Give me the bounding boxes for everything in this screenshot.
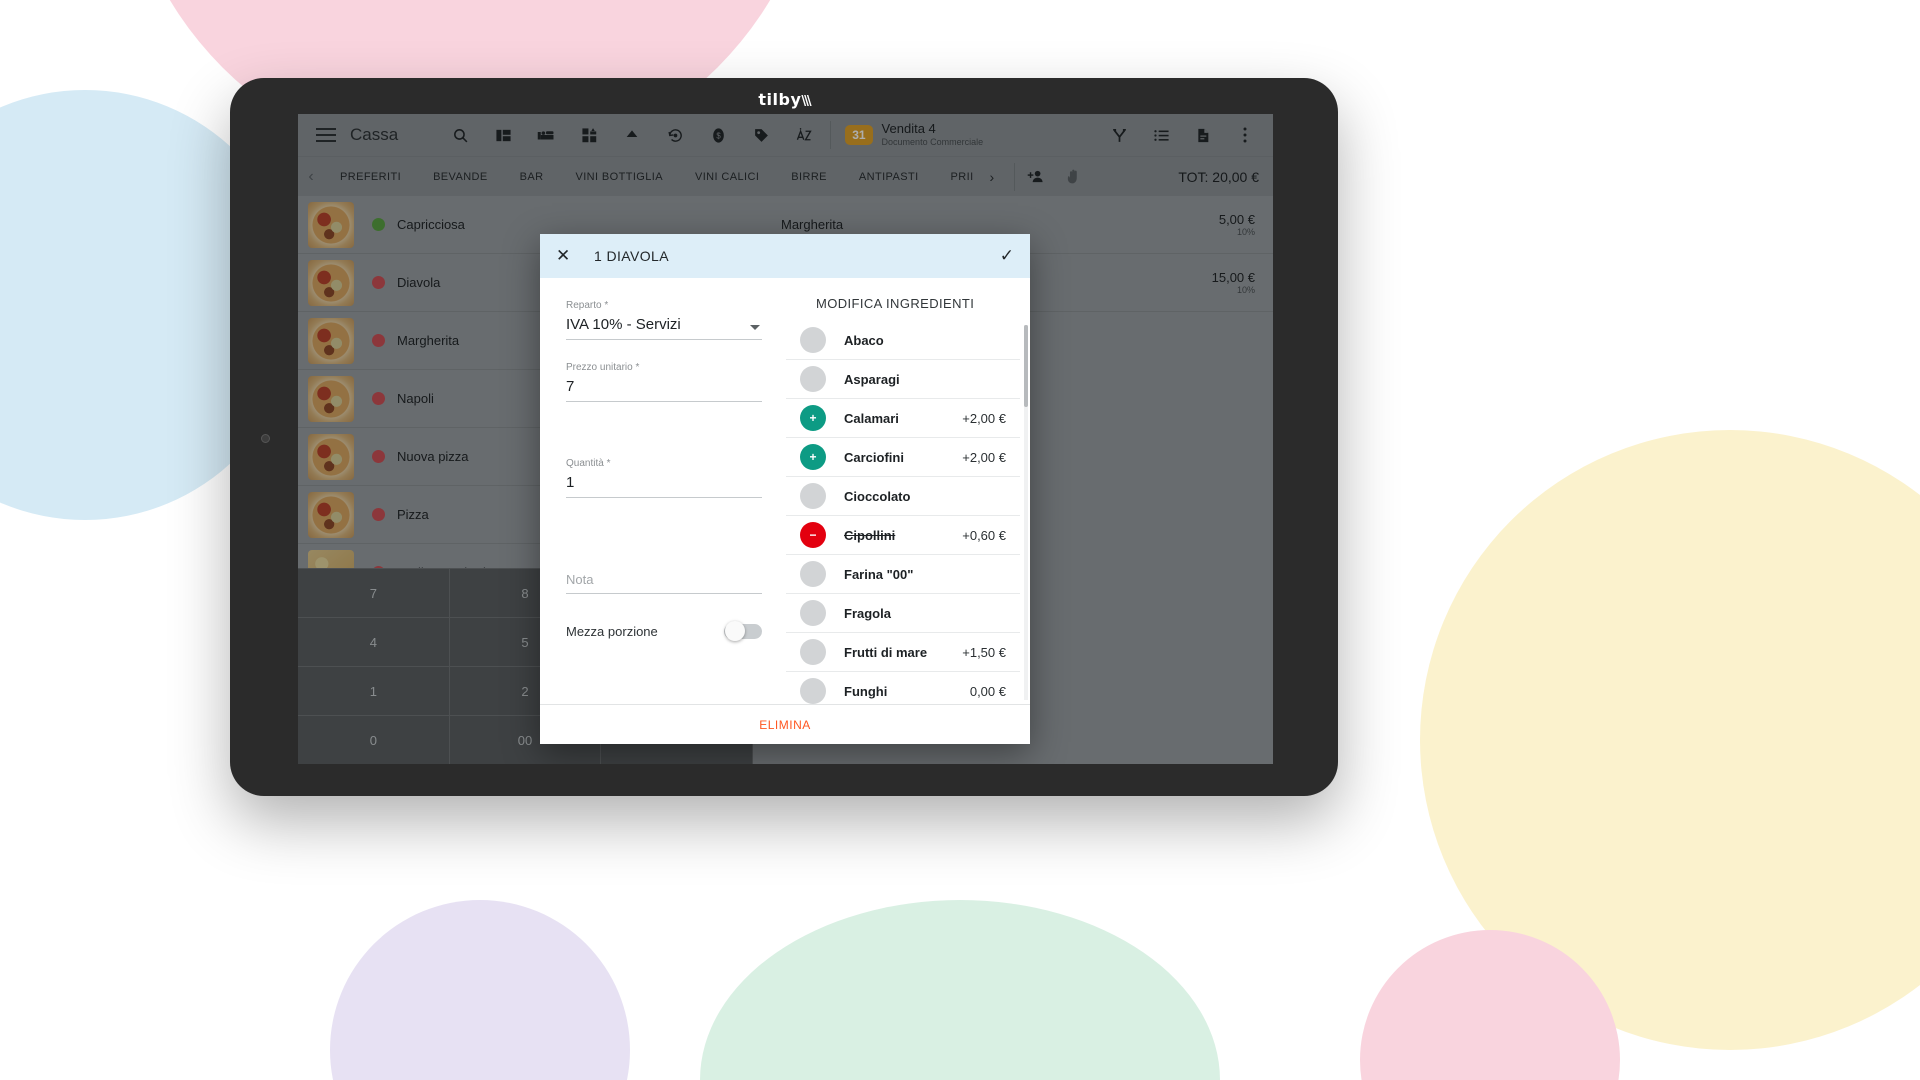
nota-field[interactable]: Nota [566,520,762,594]
ingredient-row[interactable]: Abaco [786,321,1020,360]
ingredient-name: Frutti di mare [844,644,928,660]
ingredient-row[interactable]: − Cipollini +0,60 € [786,516,1020,555]
ingredient-row[interactable]: Frutti di mare +1,50 € [786,633,1020,672]
ingredient-state-icon[interactable] [800,327,826,353]
delete-button[interactable]: ELIMINA [759,718,811,732]
ingredient-name: Asparagi [844,371,900,387]
ingredient-name: Fragola [844,605,891,621]
brand-logo: tilby\\\ [230,90,1338,109]
prezzo-label: Prezzo unitario * [566,362,640,373]
ingredient-price: +2,00 € [962,449,1006,465]
ingredient-state-icon[interactable] [800,678,826,704]
check-icon[interactable]: ✓ [1000,246,1014,266]
ingredient-price: +0,60 € [962,527,1006,543]
ingredients-panel: MODIFICA INGREDIENTI Abaco Asparagi + Ca… [786,278,1030,704]
ingredient-state-icon[interactable] [800,639,826,665]
ingredient-price: +1,50 € [962,644,1006,660]
ingredient-state-icon[interactable] [800,366,826,392]
reparto-field[interactable]: Reparto * IVA 10% - Servizi [566,300,762,340]
ingredient-remove-icon[interactable]: − [800,522,826,548]
ingredient-row[interactable]: + Carciofini +2,00 € [786,438,1020,477]
close-icon[interactable]: ✕ [556,246,578,266]
quantita-input[interactable]: 1 [566,474,762,498]
blob-lilac [330,900,630,1080]
ingredient-row[interactable]: Asparagi [786,360,1020,399]
item-form: Reparto * IVA 10% - Servizi Prezzo unita… [540,278,786,704]
ingredient-state-icon[interactable] [800,561,826,587]
ingredient-row[interactable]: Farina "00" [786,555,1020,594]
ingredient-state-icon[interactable] [800,600,826,626]
reparto-value: IVA 10% - Servizi [566,316,762,340]
ingredient-name: Cioccolato [844,488,911,504]
ingredient-state-icon[interactable] [800,483,826,509]
ingredient-price: 0,00 € [969,683,1006,699]
screen: Cassa $ 31 Vendita 4 Documento Commercia… [298,114,1273,764]
dialog-header: ✕ 1 DIAVOLA ✓ [540,234,1030,278]
ingredient-row[interactable]: Fragola [786,594,1020,633]
ingredient-price: +2,00 € [962,410,1006,426]
ingredient-name: Abaco [844,332,884,348]
scrollbar-thumb[interactable] [1024,325,1028,407]
brand-mark: \\\ [801,94,811,109]
reparto-label: Reparto * [566,300,609,311]
mezza-porzione-toggle[interactable] [724,621,762,641]
ingredients-title: MODIFICA INGREDIENTI [816,296,975,311]
ingredient-row[interactable]: Cioccolato [786,477,1020,516]
ingredient-name: Farina "00" [844,566,914,582]
dialog-body: Reparto * IVA 10% - Servizi Prezzo unita… [540,278,1030,704]
ingredient-name: Funghi [844,683,888,699]
blob-mint [700,900,1220,1080]
dialog-title: 1 DIAVOLA [594,248,669,264]
chevron-down-icon[interactable] [750,325,760,330]
ingredient-name: Carciofini [844,449,904,465]
ingredient-name: Cipollini [844,527,896,543]
prezzo-field[interactable]: Prezzo unitario * 7 [566,362,762,402]
ingredients-list[interactable]: Abaco Asparagi + Calamari +2,00 € + Carc… [786,321,1030,704]
mezza-porzione-label: Mezza porzione [566,624,658,639]
ingredient-row[interactable]: Funghi 0,00 € [786,672,1020,704]
nota-input[interactable]: Nota [566,572,762,594]
quantita-label: Quantità * [566,458,611,469]
ingredient-add-icon[interactable]: + [800,405,826,431]
brand-name: tilby [758,90,802,109]
quantita-field[interactable]: Quantità * 1 [566,424,762,498]
mezza-porzione-row: Mezza porzione [566,621,762,641]
prezzo-input[interactable]: 7 [566,378,762,402]
ingredient-row[interactable]: + Calamari +2,00 € [786,399,1020,438]
dialog-footer: ELIMINA [540,704,1030,744]
ingredient-add-icon[interactable]: + [800,444,826,470]
tablet-frame: tilby\\\ Cassa $ 31 Vendita 4 Documento … [230,78,1338,796]
camera-dot [261,434,270,443]
ingredient-name: Calamari [844,410,899,426]
edit-item-dialog: ✕ 1 DIAVOLA ✓ Reparto * IVA 10% - Serviz… [540,234,1030,744]
